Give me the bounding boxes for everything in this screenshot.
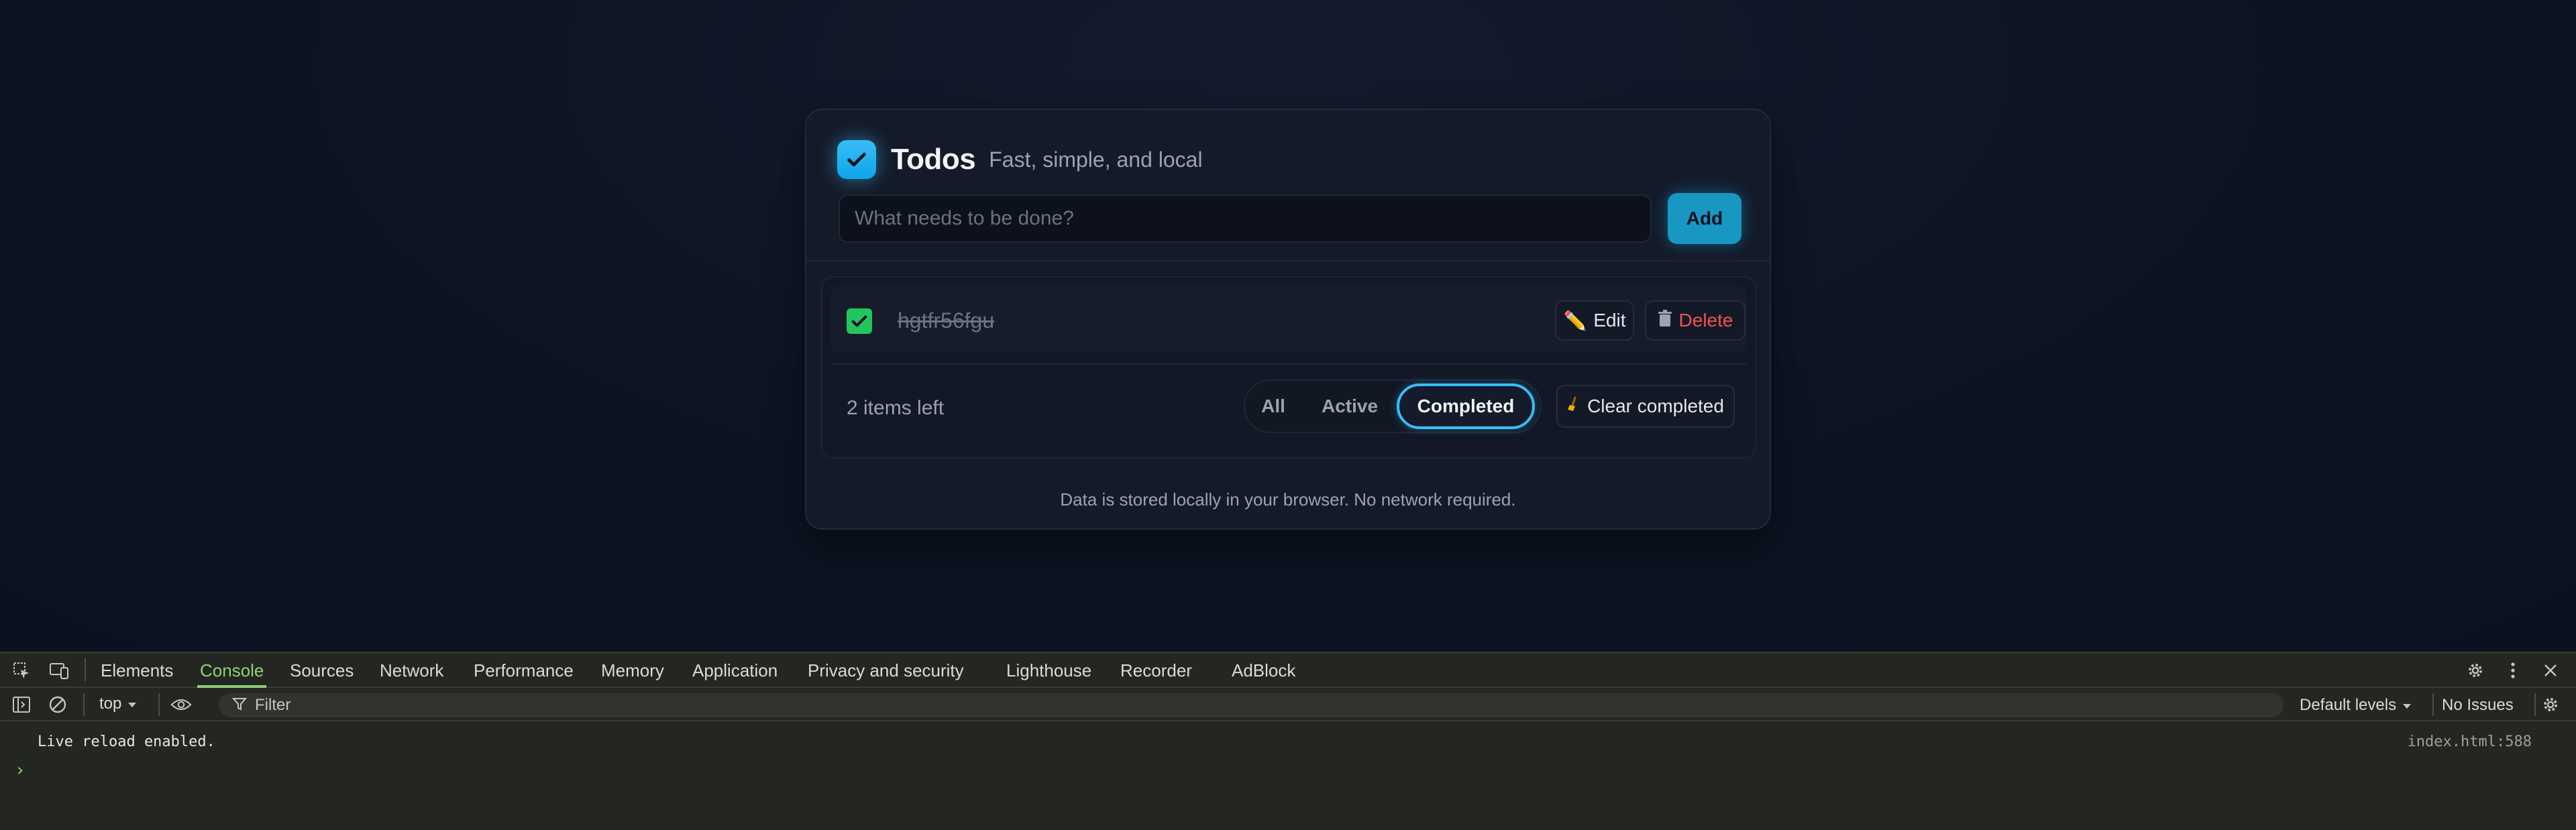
console-message-source[interactable]: index.html:588 (2408, 733, 2532, 750)
new-todo-input[interactable] (839, 194, 1652, 243)
app-title: Todos (891, 143, 976, 176)
more-icon[interactable] (2502, 660, 2524, 681)
toolbar-separator (83, 693, 85, 716)
context-value: top (99, 695, 122, 713)
filter-icon (231, 697, 248, 715)
todo-checkbox[interactable] (847, 308, 872, 334)
tab-performance[interactable]: Performance (471, 653, 576, 688)
toolbar-separator (2432, 693, 2434, 716)
delete-button[interactable]: Delete (1645, 300, 1746, 341)
chevron-down-icon (127, 695, 138, 713)
items-left-count: 2 items left (847, 397, 945, 419)
check-icon (851, 315, 867, 327)
console-message: Live reload enabled. (38, 733, 215, 750)
console-toolbar: top Default levels No Issues (0, 688, 2576, 721)
console-filter[interactable] (219, 693, 2284, 717)
context-selector[interactable]: top (99, 695, 138, 713)
checkmark-logo-icon (837, 140, 876, 179)
log-levels-label: Default levels (2300, 696, 2397, 714)
issues-count[interactable]: No Issues (2442, 696, 2514, 715)
filter-completed[interactable]: Completed (1397, 383, 1535, 429)
filter-active[interactable]: Active (1312, 385, 1387, 428)
settings-icon[interactable] (2465, 660, 2486, 681)
delete-label: Delete (1678, 310, 1733, 331)
toolbar-separator (158, 693, 160, 716)
device-toolbar-icon[interactable] (48, 660, 70, 681)
todo-item: hgtfr56fgu ✏️ Edit Delete (830, 286, 1747, 353)
tab-elements[interactable]: Elements (98, 653, 176, 688)
close-icon[interactable] (2540, 660, 2561, 681)
todo-text[interactable]: hgtfr56fgu (898, 308, 994, 333)
clear-icon[interactable] (47, 694, 68, 715)
todo-header: Todos Fast, simple, and local (837, 139, 1203, 180)
tab-separator (85, 658, 86, 681)
console-filter-input[interactable] (255, 696, 657, 715)
devtools-panel: Elements Console Sources Network Perform… (0, 652, 2576, 830)
clear-completed-button[interactable]: Clear completed (1556, 385, 1735, 428)
storage-note: Data is stored locally in your browser. … (1060, 489, 1516, 510)
tab-recorder[interactable]: Recorder (1118, 653, 1195, 688)
tab-network[interactable]: Network (377, 653, 446, 688)
edit-label: Edit (1593, 310, 1626, 331)
todo-app-viewport: Todos Fast, simple, and local Add hgtfr5… (0, 0, 2576, 652)
trash-icon (1658, 309, 1672, 332)
chevron-down-icon (2402, 696, 2412, 715)
todo-list-panel: hgtfr56fgu ✏️ Edit Delete 2 items left A… (821, 276, 1756, 459)
devtools-tabbar: Elements Console Sources Network Perform… (0, 653, 2576, 688)
toolbar-separator (2534, 693, 2536, 716)
tab-console[interactable]: Console (197, 653, 267, 688)
clear-completed-label: Clear completed (1587, 396, 1724, 416)
tab-privacy-security[interactable]: Privacy and security (805, 653, 967, 688)
tab-application[interactable]: Application (690, 653, 780, 688)
add-button[interactable]: Add (1668, 193, 1741, 244)
console-settings-icon[interactable] (2540, 694, 2561, 715)
filter-group: All Active Completed (1244, 379, 1542, 433)
console-prompt[interactable]: › (15, 760, 25, 780)
tab-sources[interactable]: Sources (287, 653, 356, 688)
list-divider (830, 363, 1747, 365)
eye-icon[interactable] (170, 694, 192, 715)
sidebar-icon[interactable] (11, 694, 32, 715)
log-levels-dropdown[interactable]: Default levels (2300, 696, 2412, 715)
pencil-icon: ✏️ (1563, 310, 1587, 331)
tab-adblock[interactable]: AdBlock (1229, 653, 1298, 688)
tab-memory[interactable]: Memory (598, 653, 667, 688)
todo-card: Todos Fast, simple, and local Add hgtfr5… (805, 109, 1771, 530)
header-divider (806, 260, 1770, 261)
filter-all[interactable]: All (1252, 385, 1295, 428)
broom-icon (1567, 396, 1579, 417)
inspect-icon[interactable] (11, 660, 32, 681)
tab-lighthouse[interactable]: Lighthouse (1004, 653, 1094, 688)
app-subtitle: Fast, simple, and local (989, 147, 1203, 172)
edit-button[interactable]: ✏️ Edit (1555, 300, 1634, 341)
